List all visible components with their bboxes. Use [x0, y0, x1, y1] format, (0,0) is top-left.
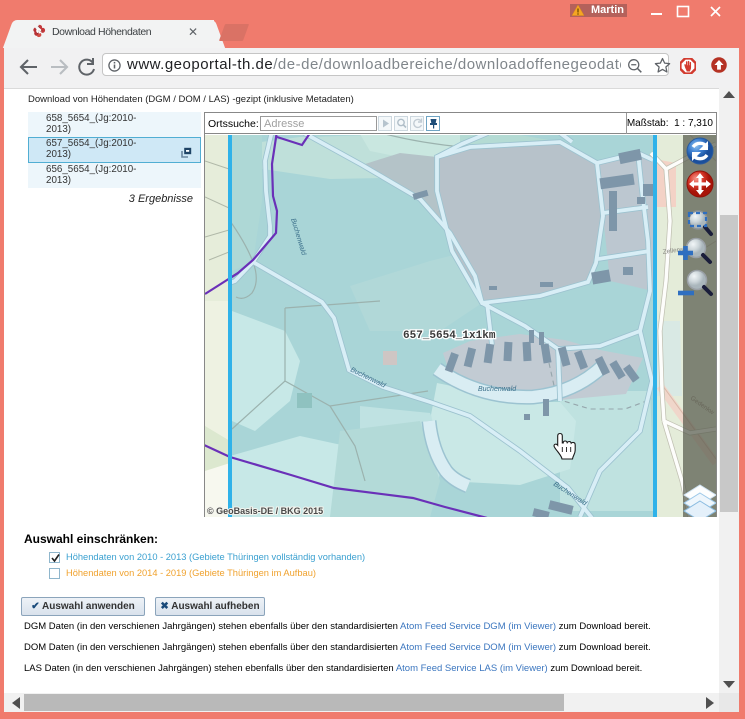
svg-text:© GeoBasis-DE / BKG 2015: © GeoBasis-DE / BKG 2015	[207, 506, 323, 516]
svg-text:657_5654_1x1km: 657_5654_1x1km	[403, 330, 496, 342]
svg-text:Buchenwald: Buchenwald	[478, 386, 517, 393]
